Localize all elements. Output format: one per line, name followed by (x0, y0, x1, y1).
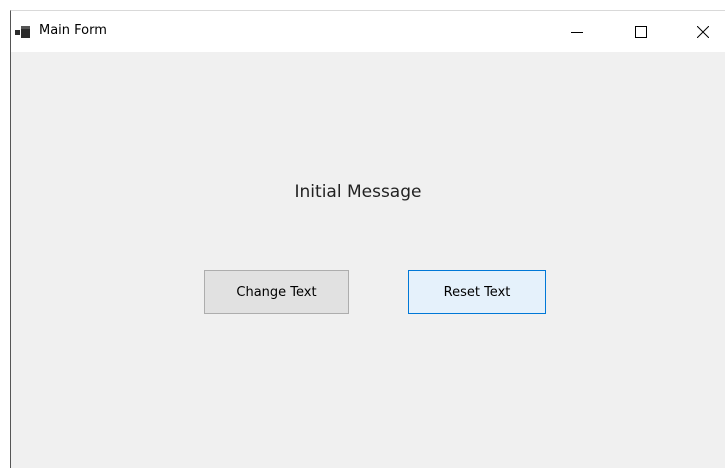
minimize-button[interactable] (555, 11, 599, 52)
maximize-icon (635, 25, 647, 38)
maximize-button[interactable] (619, 11, 663, 52)
change-text-button[interactable]: Change Text (204, 270, 349, 314)
app-icon (15, 24, 31, 38)
minimize-icon (571, 31, 583, 33)
message-label: Initial Message (294, 182, 422, 202)
main-form-window: Main Form Initial Message Change Text Re… (10, 10, 725, 468)
window-title: Main Form (39, 23, 107, 38)
close-button[interactable] (681, 11, 725, 52)
reset-text-button[interactable]: Reset Text (408, 270, 546, 314)
title-bar[interactable]: Main Form (11, 11, 725, 52)
close-icon (697, 25, 709, 38)
